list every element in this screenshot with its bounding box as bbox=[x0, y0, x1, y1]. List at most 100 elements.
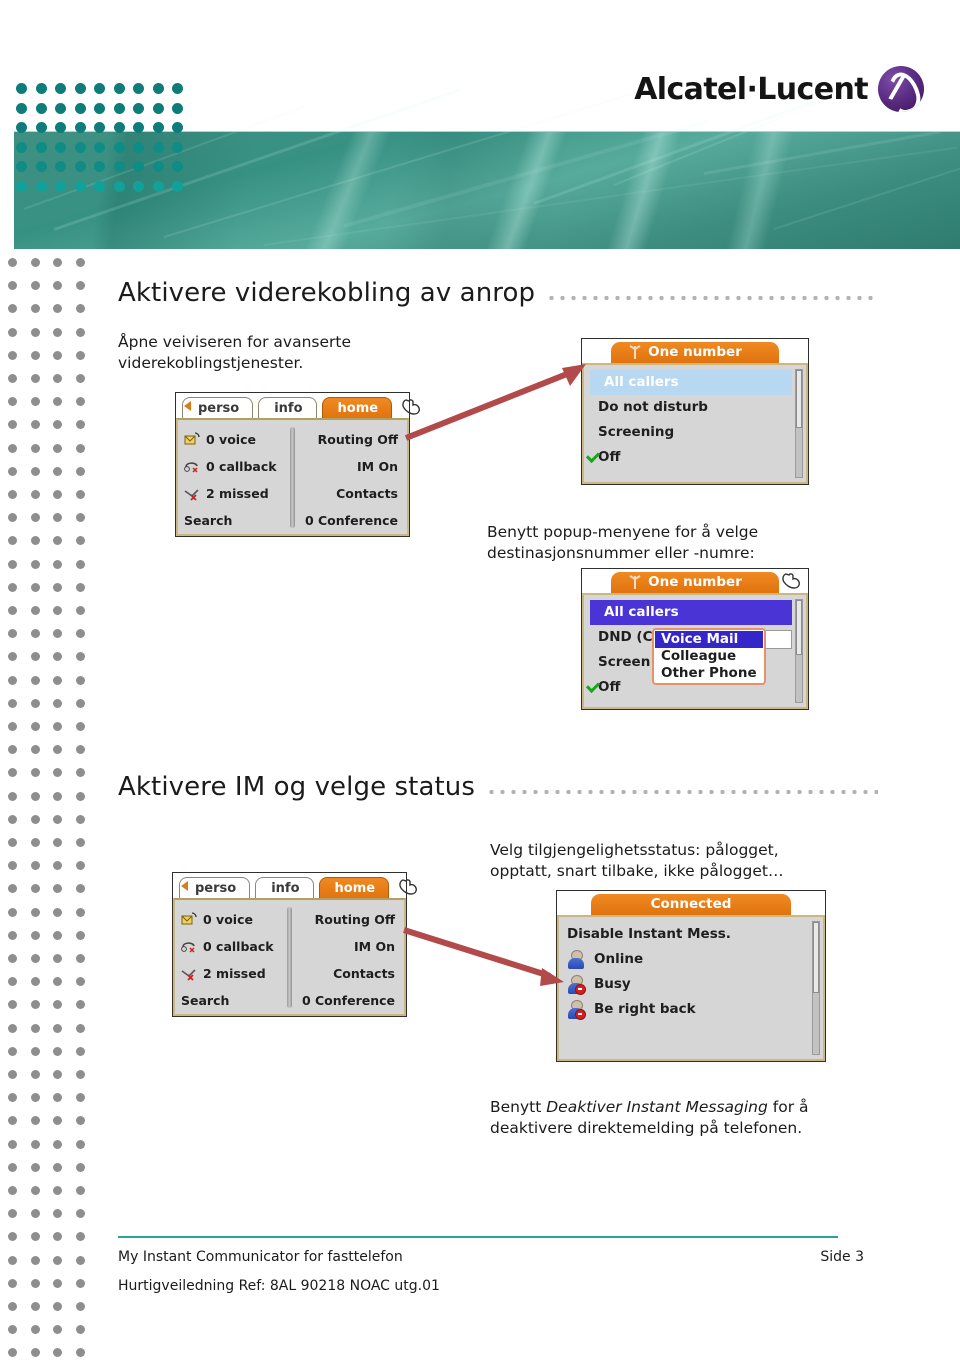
panel-body: All callers DND (C Screen Off Voice Mail… bbox=[582, 593, 808, 709]
phone-item-missed[interactable]: 2 missed bbox=[181, 961, 284, 987]
call-forward-icon bbox=[629, 575, 641, 589]
panel-tab-bar: Connected bbox=[557, 891, 825, 915]
phone-item-label: Routing Off bbox=[314, 911, 395, 927]
phone-item-conference[interactable]: 0 Conference bbox=[302, 988, 395, 1014]
teal-dot-pattern bbox=[16, 83, 184, 201]
phone-column-divider bbox=[286, 907, 292, 1008]
footer-reference-line: Hurtigveiledning Ref: 8AL 90218 NOAC utg… bbox=[118, 1278, 440, 1294]
panel-body: All callers Do not disturb Screening Off bbox=[582, 363, 808, 484]
phone-item-label: Contacts bbox=[333, 966, 395, 982]
phone-screen-body: 0 voice 0 callback 2 missed Search Routi… bbox=[173, 898, 406, 1016]
page-title: Aktivere viderekobling av anrop bbox=[118, 278, 536, 308]
panel-item-do-not-disturb[interactable]: Do not disturb bbox=[584, 395, 806, 420]
panel-body: Disable Instant Mess. Online Busy Be rig… bbox=[557, 915, 825, 1061]
intro-text-call-forwarding: Åpne veiviseren for avanserte viderekobl… bbox=[118, 333, 351, 372]
hand-pointer-icon[interactable] bbox=[397, 877, 419, 898]
phone-item-callback[interactable]: 0 callback bbox=[181, 933, 284, 959]
panel-tab-one-number[interactable]: One number bbox=[611, 572, 779, 593]
phone-item-search[interactable]: Search bbox=[181, 988, 284, 1014]
phone-item-im[interactable]: IM On bbox=[357, 453, 398, 479]
arrow-to-one-number-panel bbox=[404, 364, 586, 441]
panel-item-disable-im[interactable]: Disable Instant Mess. bbox=[559, 922, 823, 947]
phone-left-column: 0 voice 0 callback 2 missed Search bbox=[175, 900, 290, 1014]
panel-item-label: Online bbox=[594, 951, 644, 967]
panel-item-label: Be right back bbox=[594, 1001, 696, 1017]
section-title: Aktivere IM og velge status bbox=[118, 772, 476, 802]
panel-item-all-callers[interactable]: All callers bbox=[590, 370, 792, 395]
phone-item-label: 0 voice bbox=[203, 911, 253, 927]
phone-item-label: 0 Conference bbox=[301, 993, 395, 1009]
phone-column-divider bbox=[289, 427, 295, 528]
phone-item-voice[interactable]: 0 voice bbox=[181, 906, 284, 932]
phone-screen-home-1[interactable]: perso info home 0 voice 0 callback 2 mis… bbox=[175, 392, 421, 537]
dropdown-option-other-phone[interactable]: Other Phone bbox=[655, 665, 763, 682]
panel-item-label: Busy bbox=[594, 976, 631, 992]
intro-text-activate-im: Velg tilgjengelighetsstatus: pålogget, o… bbox=[490, 841, 784, 880]
tab-prev-arrow-icon[interactable] bbox=[181, 881, 188, 891]
footer-product-line: My Instant Communicator for fasttelefon bbox=[118, 1249, 403, 1265]
phone-right-column: Routing Off IM On Contacts 0 Conference bbox=[290, 900, 405, 1014]
call-forward-icon bbox=[629, 345, 641, 359]
footer-page-number: Side 3 bbox=[820, 1249, 864, 1265]
arrow-to-connected-panel bbox=[403, 927, 564, 986]
tab-info[interactable]: info bbox=[258, 397, 317, 418]
callback-icon bbox=[181, 942, 195, 953]
section-heading-call-forwarding: Aktivere viderekobling av anrop bbox=[118, 278, 878, 308]
phone-item-im[interactable]: IM On bbox=[354, 933, 395, 959]
dropdown-option-colleague[interactable]: Colleague bbox=[655, 648, 763, 665]
phone-item-conference[interactable]: 0 Conference bbox=[305, 508, 398, 534]
panel-connected[interactable]: Connected Disable Instant Mess. Online B… bbox=[556, 890, 826, 1062]
panel-tab-one-number[interactable]: One number bbox=[611, 342, 779, 363]
phone-item-label: IM On bbox=[354, 938, 395, 954]
phone-tab-bar[interactable]: perso info home bbox=[173, 873, 418, 898]
phone-right-column: Routing Off IM On Contacts 0 Conference bbox=[293, 420, 408, 534]
page-content: Aktivere viderekobling av anrop Åpne vei… bbox=[0, 0, 960, 1365]
phone-item-routing[interactable]: Routing Off bbox=[318, 426, 398, 452]
panel-item-screening[interactable]: Screening bbox=[584, 420, 806, 445]
panel-item-busy[interactable]: Busy bbox=[559, 972, 823, 997]
phone-left-column: 0 voice 0 callback 2 missed Search bbox=[178, 420, 293, 534]
hand-pointer-icon[interactable] bbox=[780, 571, 802, 592]
mid-text-popup-menus: Benytt popup-menyene for å velge destina… bbox=[487, 523, 759, 562]
tab-info[interactable]: info bbox=[255, 877, 314, 898]
panel-item-off[interactable]: Off bbox=[584, 445, 806, 470]
status-away-icon bbox=[567, 1000, 586, 1020]
panel-tab-label: Connected bbox=[650, 896, 732, 912]
panel-one-number-dropdown[interactable]: One number All callers DND (C Screen Off… bbox=[581, 568, 809, 710]
phone-item-label: 2 missed bbox=[206, 486, 269, 502]
phone-screen-body: 0 voice 0 callback 2 missed Search Routi… bbox=[176, 418, 409, 536]
phone-item-label: 0 callback bbox=[203, 938, 274, 954]
panel-item-be-right-back[interactable]: Be right back bbox=[559, 997, 823, 1022]
tab-perso[interactable]: perso bbox=[182, 397, 254, 418]
phone-tab-bar[interactable]: perso info home bbox=[176, 393, 421, 418]
destination-dropdown-menu[interactable]: Voice Mail Colleague Other Phone bbox=[652, 628, 766, 685]
phone-item-label: Contacts bbox=[336, 486, 398, 502]
phone-item-contacts[interactable]: Contacts bbox=[336, 481, 398, 507]
panel-tab-connected[interactable]: Connected bbox=[591, 894, 791, 915]
callback-icon bbox=[184, 462, 198, 473]
panel-item-online[interactable]: Online bbox=[559, 947, 823, 972]
panel-tab-label: One number bbox=[648, 574, 742, 590]
phone-item-label: Routing Off bbox=[317, 431, 398, 447]
tab-perso[interactable]: perso bbox=[179, 877, 251, 898]
phone-item-missed[interactable]: 2 missed bbox=[184, 481, 287, 507]
panel-tab-label: One number bbox=[648, 344, 742, 360]
phone-item-contacts[interactable]: Contacts bbox=[333, 961, 395, 987]
panel-item-all-callers[interactable]: All callers bbox=[590, 600, 792, 625]
heading-leader-dots bbox=[549, 295, 878, 301]
panel-one-number[interactable]: One number All callers Do not disturb Sc… bbox=[581, 338, 809, 485]
phone-item-label: 0 callback bbox=[206, 458, 277, 474]
phone-item-callback[interactable]: 0 callback bbox=[184, 453, 287, 479]
missed-call-icon bbox=[184, 489, 199, 501]
phone-item-routing[interactable]: Routing Off bbox=[315, 906, 395, 932]
phone-screen-home-2[interactable]: perso info home 0 voice 0 callback 2 mis… bbox=[172, 872, 418, 1017]
phone-item-label: Search bbox=[181, 993, 230, 1009]
phone-item-search[interactable]: Search bbox=[184, 508, 287, 534]
tab-prev-arrow-icon[interactable] bbox=[184, 401, 191, 411]
tab-home[interactable]: home bbox=[321, 397, 393, 418]
dropdown-option-voice-mail[interactable]: Voice Mail bbox=[655, 631, 763, 648]
voicemail-icon bbox=[181, 912, 197, 925]
phone-item-label: 2 missed bbox=[203, 966, 266, 982]
phone-item-voice[interactable]: 0 voice bbox=[184, 426, 287, 452]
tab-home[interactable]: home bbox=[318, 877, 390, 898]
